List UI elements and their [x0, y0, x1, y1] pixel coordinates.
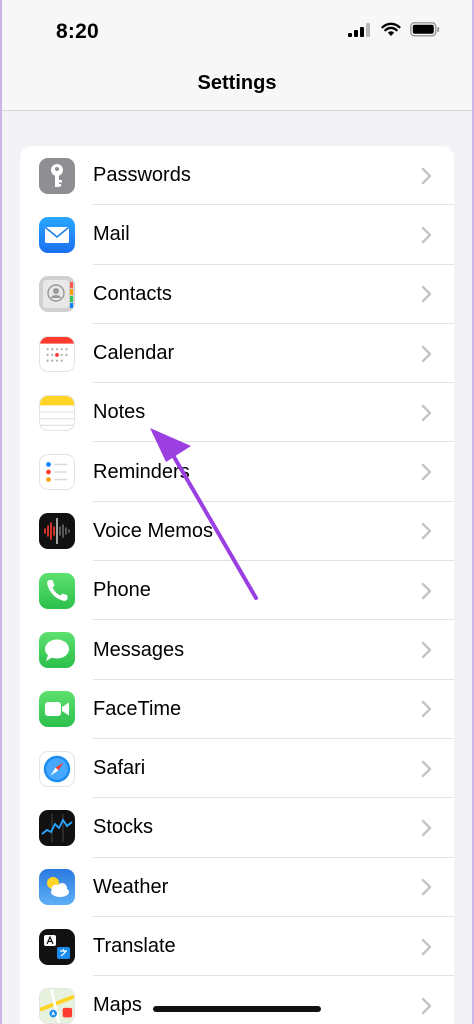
annotation-arrow: [150, 428, 258, 600]
